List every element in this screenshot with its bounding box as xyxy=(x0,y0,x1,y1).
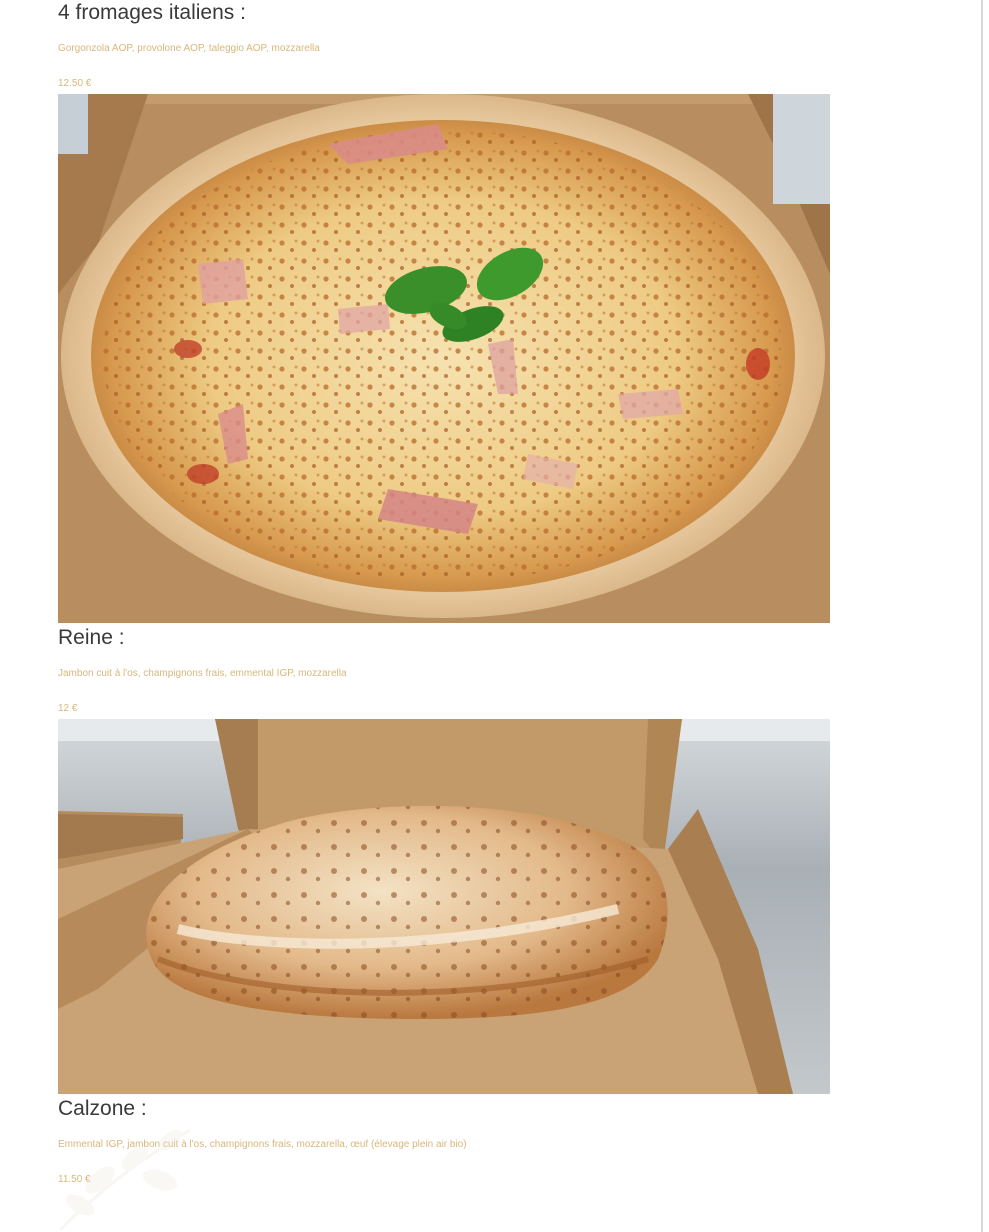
calzone-image-icon xyxy=(58,719,830,1094)
item-title-4-fromages: 4 fromages italiens : xyxy=(58,1,246,24)
item-price-reine: 12 € xyxy=(58,703,78,714)
pizza-image-icon xyxy=(58,94,830,623)
calzone-photo xyxy=(58,719,830,1094)
pizza-photo xyxy=(58,94,830,623)
item-title-reine: Reine : xyxy=(58,626,125,649)
page-edge-divider xyxy=(981,0,983,1232)
item-description-reine: Jambon cuit à l'os, champignons frais, e… xyxy=(58,668,347,679)
item-title-calzone: Calzone : xyxy=(58,1097,147,1120)
item-description-4-fromages: Gorgonzola AOP, provolone AOP, taleggio … xyxy=(58,43,320,54)
item-price-4-fromages: 12.50 € xyxy=(58,78,92,89)
menu-page: 4 fromages italiens : Gorgonzola AOP, pr… xyxy=(0,0,989,1232)
leaf-watermark-icon xyxy=(58,1128,191,1232)
